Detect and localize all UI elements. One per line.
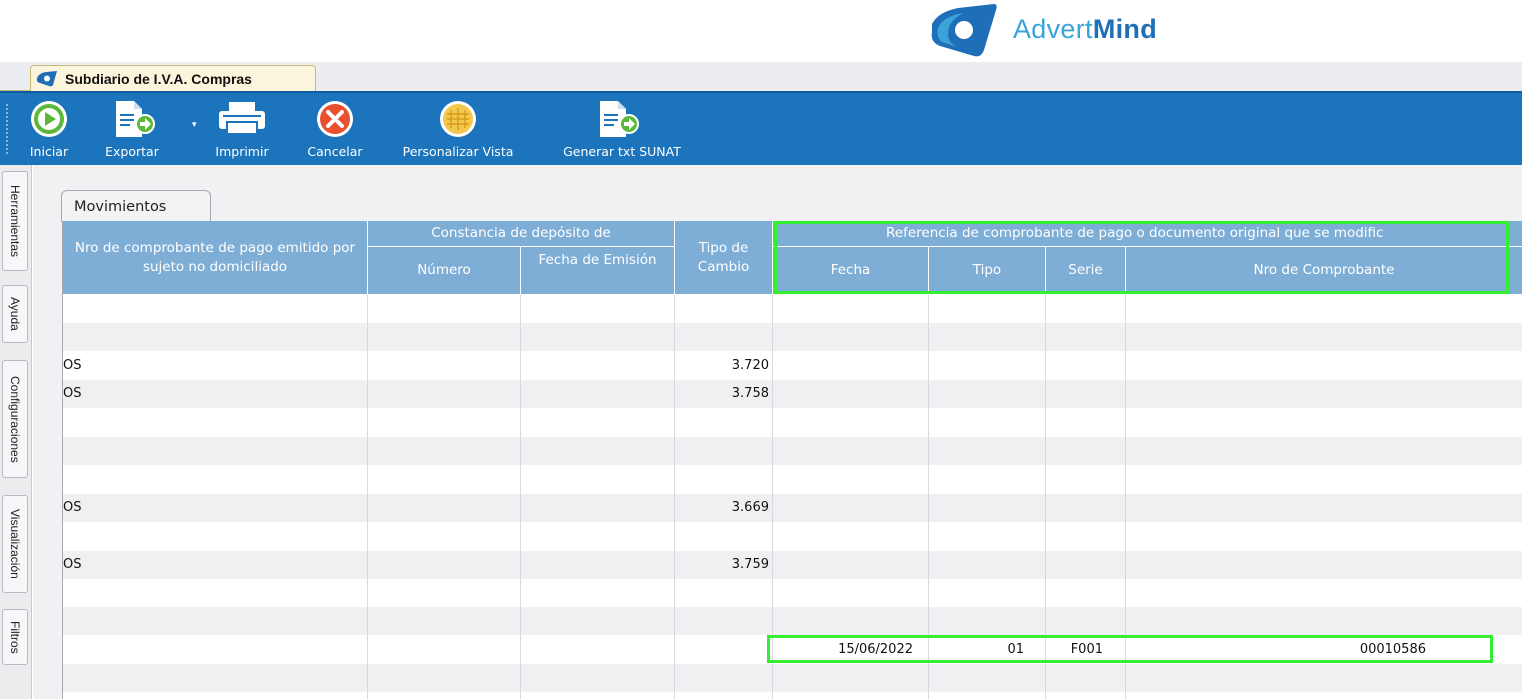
table-row[interactable]: 15/06/2022 01 F001 00010586 [63,636,1522,664]
brand-name-light: Advert [1013,14,1093,44]
col-group-constancia: Constancia de depósito de [368,221,675,247]
iniciar-button[interactable]: Iniciar [24,98,74,162]
cell-fecha: 15/06/2022 [838,641,913,657]
side-tab-label: Ayuda [8,297,22,331]
side-tab-filtros[interactable]: Filtros [2,609,28,665]
table-row[interactable] [63,295,1522,323]
table-row[interactable] [63,409,1522,437]
column-divider [674,295,675,699]
printer-icon [213,98,271,140]
cell-tipo-cambio: 3.720 [731,357,769,373]
table-row[interactable] [63,323,1522,352]
col-header-nro-de-comprobante[interactable]: Nro de Comprobante [1126,247,1522,295]
brand-name: AdvertMind [1013,14,1157,45]
personalizar-vista-label: Personalizar Vista [402,144,514,159]
table-row[interactable] [63,693,1522,699]
table-row[interactable] [63,437,1522,465]
toolbar-grip-handle[interactable] [5,103,9,155]
exportar-button[interactable]: Exportar [104,98,160,162]
imprimir-label: Imprimir [215,144,269,159]
side-panel: Herramientas Ayuda Configuraciones Visua… [0,165,32,699]
column-divider [1125,295,1126,699]
table-row[interactable]: OS 3.720 [63,352,1522,380]
table-row[interactable] [63,465,1522,493]
side-tab-label: Filtros [8,620,22,654]
column-divider [367,295,368,699]
column-divider [520,295,521,699]
iniciar-label: Iniciar [29,144,69,159]
generar-txt-sunat-label: Generar txt SUNAT [563,144,681,159]
grid-globe-icon [385,98,531,140]
cancelar-label: Cancelar [307,144,363,159]
play-icon [24,98,74,140]
cancel-x-icon [298,98,372,140]
exportar-label: Exportar [105,144,159,159]
side-tab-ayuda[interactable]: Ayuda [2,285,28,343]
cell-nro-comprobante: OS [63,499,82,515]
imprimir-button[interactable]: Imprimir [213,98,271,162]
column-divider [928,295,929,699]
side-tab-configuraciones[interactable]: Configuraciones [2,360,28,478]
col-header-tipo-cambio[interactable]: Tipo de Cambio [675,221,773,295]
generar-txt-sunat-button[interactable]: Generar txt SUNAT [547,98,697,162]
table-row[interactable] [63,522,1522,550]
col-header-tipo[interactable]: Tipo [929,247,1046,295]
cell-serie: F001 [1070,641,1103,657]
tab-title: Subdiario de I.V.A. Compras [65,71,252,87]
column-divider [1045,295,1046,699]
personalizar-vista-button[interactable]: Personalizar Vista [385,98,531,162]
cancelar-button[interactable]: Cancelar [298,98,372,162]
tab-movimientos[interactable]: Movimientos [61,190,211,222]
cell-tipo-cambio: 3.669 [731,499,769,515]
cell-nro-comprobante: OS [63,386,82,402]
col-header-serie[interactable]: Serie [1046,247,1126,295]
column-divider [772,295,773,699]
col-group-referencia: Referencia de comprobante de pago o docu… [773,221,1522,247]
app-logo-icon [35,70,61,88]
table-row[interactable] [63,579,1522,607]
brand-header: AdvertMind [0,0,1522,62]
table-row[interactable]: OS 3.669 [63,493,1522,522]
side-tab-label: Herramientas [8,184,22,258]
cell-tipo: 01 [1007,641,1024,657]
col-header-numero[interactable]: Número [368,247,521,295]
cell-tipo-cambio: 3.759 [731,556,769,572]
document-tab-strip: Subdiario de I.V.A. Compras [0,62,1522,92]
cell-nro-comprobante: OS [63,556,82,572]
export-document-icon [547,98,697,140]
col-header-fecha[interactable]: Fecha [773,247,929,295]
advertmind-logo-icon [931,4,997,57]
exportar-dropdown-caret-icon[interactable]: ▾ [192,120,197,130]
side-tab-label: Visualización [8,509,22,579]
col-header-fecha-emision[interactable]: Fecha de Emisión [521,247,675,295]
content-area: Movimientos Nro de comprobante de pago e… [33,165,1522,699]
main-toolbar: Iniciar Exportar ▾ Imprimir Cancelar Per… [0,91,1522,165]
cell-nro-comprobante: OS [63,357,82,373]
cell-tipo-cambio: 3.758 [731,386,769,402]
movimientos-grid: Nro de comprobante de pago emitido por s… [62,221,1522,699]
table-row[interactable]: OS 3.759 [63,550,1522,579]
table-row[interactable] [63,664,1522,693]
side-tab-visualizacion[interactable]: Visualización [2,495,28,593]
table-row[interactable]: OS 3.758 [63,380,1522,409]
table-row[interactable] [63,607,1522,636]
export-document-icon [104,98,160,140]
col-header-nro-comprobante[interactable]: Nro de comprobante de pago emitido por s… [63,221,368,295]
side-tab-label: Configuraciones [8,375,22,463]
tab-subdiario-iva-compras[interactable]: Subdiario de I.V.A. Compras [30,65,316,92]
cell-nro-de-comprobante: 00010586 [1359,641,1426,657]
side-tab-herramientas[interactable]: Herramientas [2,171,28,271]
brand-name-bold: Mind [1092,14,1158,44]
